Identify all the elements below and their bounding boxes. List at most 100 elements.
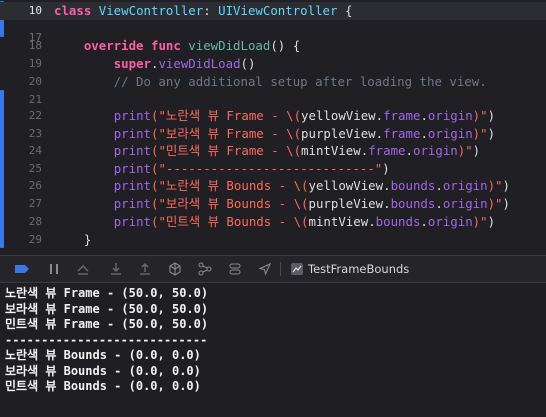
code-token: . [405,143,413,158]
code-token: bounds [390,196,436,211]
code-token: . [383,196,391,211]
code-token: () { [270,38,301,53]
line-number: 29 [28,233,42,246]
code-token: origin [427,108,473,123]
pause-icon[interactable] [47,262,61,276]
code-token: frame [368,143,406,158]
console-output[interactable]: 노란색 뷰 Frame - (50.0, 50.0) 보라색 뷰 Frame - … [0,283,546,417]
code-token: origin [427,126,473,141]
code-token: )" [487,196,503,211]
console-line: 노란색 뷰 Frame - (50.0, 50.0) [5,286,209,300]
code-text: } [54,231,91,249]
code-token: print [113,214,151,229]
code-token: frame [383,126,421,141]
code-token: origin [442,196,488,211]
code-line[interactable]: 28 print("민트색 뷰 Bounds - \(mintView.boun… [0,213,546,231]
code-token: yellowView [308,178,384,193]
code-line[interactable]: 18 override func viewDidLoad() { [0,37,546,55]
line-number: 10 [28,4,42,17]
code-token: super [113,56,151,71]
code-token: override func [83,38,189,53]
console-line: 보라색 뷰 Frame - (50.0, 50.0) [5,301,209,316]
code-line[interactable]: 10 class ViewController: UIViewController… [0,2,546,20]
line-number: 26 [28,179,42,192]
code-text: print("민트색 뷰 Bounds - \(mintView.bounds.… [54,213,495,231]
code-line[interactable]: 24 print("민트색 뷰 Frame - \(mintView.frame… [0,142,546,160]
code-token: origin [412,143,458,158]
console-line: 민트색 뷰 Frame - (50.0, 50.0) [5,317,209,331]
step-into-icon[interactable] [109,262,123,276]
console-line: ---------------------------- [5,332,208,347]
code-token: purpleView [301,126,376,141]
code-line[interactable]: 29 } [0,231,546,249]
line-number: 22 [28,109,42,122]
debug-view-hierarchy-icon[interactable] [168,262,182,276]
code-token: viewDidLoad [188,38,271,53]
code-token: )" [472,126,488,141]
console-line: 노란색 뷰 Bounds - (0.0, 0.0) [5,348,201,362]
code-token: . [435,196,443,211]
target-name[interactable]: TestFrameBounds [308,261,409,277]
step-out-icon[interactable] [138,262,152,276]
code-token: } [54,232,92,247]
code-token: print [113,178,151,193]
code-text: super.viewDidLoad() [54,55,256,73]
line-number: 25 [28,162,42,175]
simulate-location-icon[interactable] [258,262,272,276]
code-token: bounds [390,178,436,193]
code-token: ) [487,126,496,141]
environment-overrides-icon[interactable] [228,262,242,276]
code-line[interactable]: 26 print("노란색 뷰 Bounds - \(yellowView.bo… [0,177,546,195]
code-token: . [375,108,384,123]
code-token: print [113,108,151,123]
code-line[interactable]: 19 super.viewDidLoad() [0,55,546,73]
code-token: . [420,214,428,229]
code-line[interactable]: 22 print("노란색 뷰 Frame - \(yellowView.fra… [0,107,546,125]
code-text: print("----------------------------") [54,160,390,178]
code-text: override func viewDidLoad() { [54,37,300,55]
code-editor[interactable]: 10 class ViewController: UIViewController… [0,0,546,255]
code-text: print("노란색 뷰 Bounds - \(yellowView.bound… [54,177,510,195]
code-token: frame [383,108,421,123]
code-token: () [240,56,256,71]
code-token: . [368,214,376,229]
console-line: 민트색 뷰 Bounds - (0.0, 0.0) [5,379,201,393]
code-line[interactable]: 27 print("보라색 뷰 Bounds - \(purpleView.bo… [0,195,546,213]
memory-graph-icon[interactable] [198,262,212,276]
code-text: print("보라색 뷰 Frame - \(purpleView.frame.… [54,125,495,143]
code-token: . [420,108,428,123]
code-text: print("보라색 뷰 Bounds - \(purpleView.bound… [54,195,510,213]
code-token: yellowView [301,108,376,123]
code-token: . [375,126,384,141]
debug-bar: TestFrameBounds [0,255,546,283]
code-line[interactable]: 20 // Do any additional setup after load… [0,73,546,91]
code-token: class [54,3,99,18]
code-token: print [113,196,151,211]
code-token: print [113,143,151,158]
scheme-target-icon [290,262,304,276]
line-number: 24 [28,144,42,157]
code-line[interactable]: 25 print("----------------------------") [0,160,546,178]
code-token: )" [472,214,488,229]
code-token: mintView [308,214,369,229]
code-token: ("노란색 뷰 Bounds - \( [151,178,309,193]
code-token: )" [457,143,473,158]
toolbar-divider [280,262,281,276]
code-token: ) [487,214,496,229]
code-line[interactable]: 23 print("보라색 뷰 Frame - \(purpleView.fra… [0,125,546,143]
step-over-icon[interactable] [76,262,90,276]
console-line: 보라색 뷰 Bounds - (0.0, 0.0) [5,363,201,378]
code-token: // Do any additional setup after loading… [54,74,487,89]
code-token: UIViewController [218,3,338,18]
line-number: 18 [28,39,42,52]
line-number: 19 [28,57,42,70]
breakpoints-toggle-icon[interactable] [14,262,29,276]
code-token: print [113,161,151,176]
